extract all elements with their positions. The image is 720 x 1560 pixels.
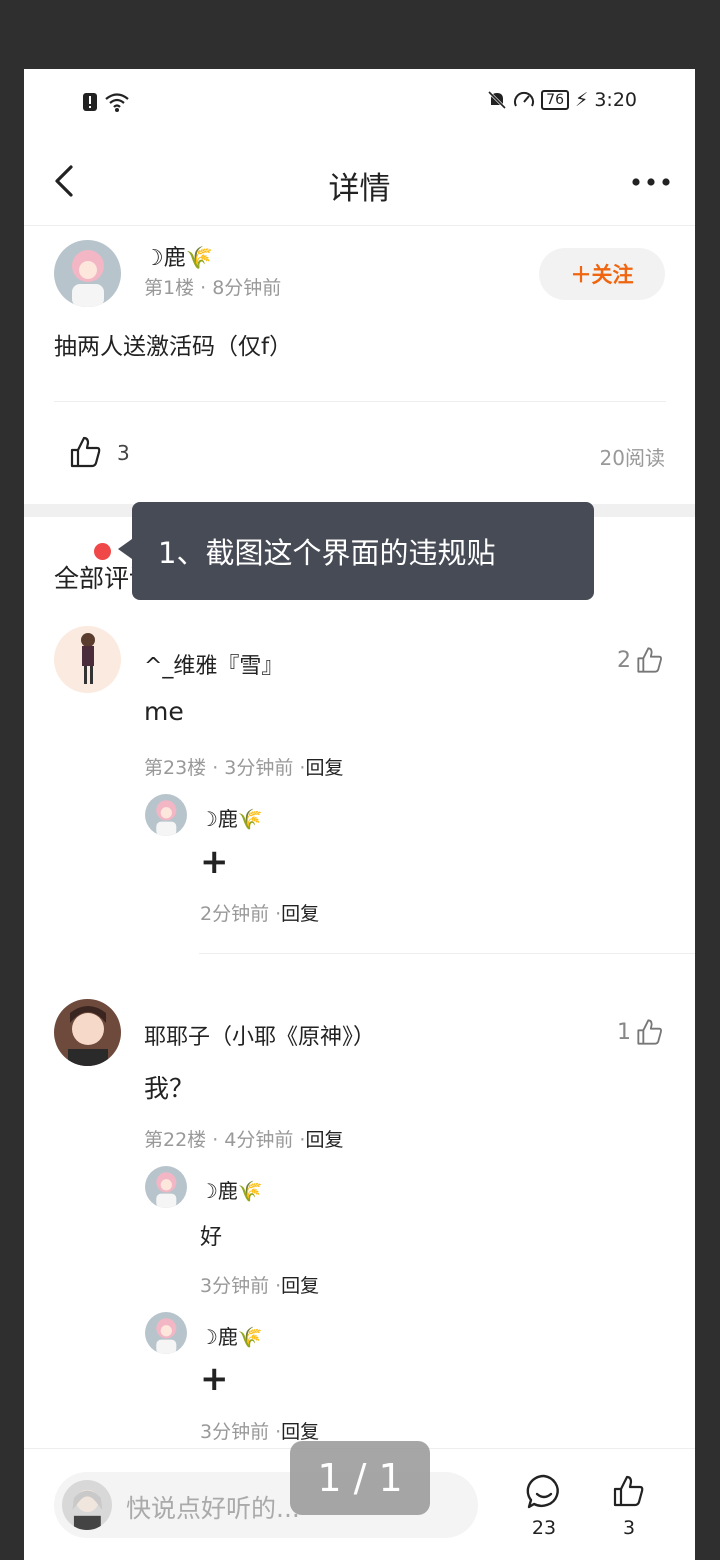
- post-content: 抽两人送激活码（仅f）: [54, 334, 293, 360]
- reply-link[interactable]: 回复: [281, 1421, 319, 1443]
- tooltip: 1、截图这个界面的违规贴: [132, 502, 594, 600]
- comment-text: 我？: [144, 1074, 195, 1103]
- post-meta: 第1楼 · 8分钟前: [144, 277, 282, 299]
- read-count: 20阅读: [599, 446, 665, 470]
- comment-count: 23: [531, 1517, 557, 1539]
- alert-icon: [83, 93, 97, 111]
- clock: 3:20: [594, 89, 637, 111]
- reply-meta-text: 3分钟前 ·: [200, 1275, 282, 1297]
- comment-meta-text: 第22楼 · 4分钟前 ·: [144, 1129, 306, 1151]
- comment-meta: 第22楼 · 4分钟前 ·回复: [144, 1125, 343, 1152]
- battery-indicator: 76: [541, 90, 569, 110]
- divider: [54, 401, 666, 402]
- mute-bell-icon: [488, 90, 507, 110]
- reply-author[interactable]: ☽鹿🌾: [200, 1175, 263, 1204]
- more-icon[interactable]: [631, 177, 671, 187]
- thumbs-up-icon[interactable]: [611, 1473, 647, 1509]
- page-title: 详情: [328, 171, 391, 207]
- thumbs-up-icon[interactable]: [68, 434, 104, 470]
- comment-avatar[interactable]: [54, 999, 121, 1066]
- author-name[interactable]: ☽鹿🌾: [144, 240, 213, 272]
- tooltip-arrow: [118, 539, 132, 559]
- reply-link[interactable]: 回复: [281, 1275, 319, 1297]
- reply-link[interactable]: 回复: [305, 1129, 343, 1151]
- comment-like-count: 1: [617, 1019, 631, 1045]
- bottom-like-count: 3: [622, 1517, 636, 1539]
- comment-like[interactable]: 1: [617, 1017, 665, 1047]
- reply-text: 好: [200, 1225, 223, 1250]
- reply-author[interactable]: ☽鹿🌾: [200, 803, 263, 832]
- speed-icon: [514, 91, 535, 107]
- reply-meta: 3分钟前 ·回复: [200, 1417, 319, 1444]
- page-indicator: 1 / 1: [290, 1441, 430, 1515]
- comment-meta: 第23楼 · 3分钟前 ·回复: [144, 753, 343, 780]
- post-like-count: 3: [117, 441, 130, 465]
- comment-like[interactable]: 2: [617, 645, 665, 675]
- reply-link[interactable]: 回复: [305, 757, 343, 779]
- comment-avatar[interactable]: [54, 626, 121, 693]
- reply-meta-text: 3分钟前 ·: [200, 1421, 282, 1443]
- thumbs-up-icon: [637, 647, 662, 673]
- reply-text: +: [200, 842, 229, 882]
- status-right: 76 ⚡ 3:20: [487, 89, 637, 111]
- reply-link[interactable]: 回复: [281, 903, 319, 925]
- nav-bar: 详情: [24, 139, 695, 226]
- reply-meta-text: 2分钟前 ·: [200, 903, 282, 925]
- reply-avatar[interactable]: [145, 794, 187, 836]
- comment-like-count: 2: [617, 647, 631, 673]
- comment-icon[interactable]: [525, 1473, 563, 1511]
- comment-author[interactable]: 耶耶子（小耶《原神》）: [144, 1019, 375, 1051]
- comment-text: me: [144, 697, 184, 726]
- wifi-icon: [105, 93, 129, 112]
- red-dot-marker: [94, 543, 111, 560]
- my-avatar: [62, 1480, 112, 1530]
- reply-avatar[interactable]: [145, 1312, 187, 1354]
- author-avatar[interactable]: [54, 240, 121, 307]
- divider: [199, 953, 695, 954]
- tooltip-text: 1、截图这个界面的违规贴: [158, 536, 496, 570]
- reply-author[interactable]: ☽鹿🌾: [200, 1321, 263, 1350]
- comment-meta-text: 第23楼 · 3分钟前 ·: [144, 757, 306, 779]
- reply-avatar[interactable]: [145, 1166, 187, 1208]
- status-left: [82, 91, 130, 113]
- follow-button[interactable]: ＋关注: [539, 248, 665, 300]
- comment-placeholder: 快说点好听的...: [126, 1494, 300, 1523]
- reply-text: +: [200, 1359, 229, 1399]
- status-bar: 76 ⚡ 3:20: [24, 69, 695, 139]
- reply-meta: 2分钟前 ·回复: [200, 899, 319, 926]
- charging-icon: ⚡: [574, 89, 589, 111]
- thumbs-up-icon: [637, 1019, 662, 1045]
- reply-meta: 3分钟前 ·回复: [200, 1271, 319, 1298]
- comment-author[interactable]: ^_维雅『雪』: [144, 648, 283, 680]
- screen: 76 ⚡ 3:20 详情 ☽鹿🌾 第1楼 · 8分钟前 ＋关注 抽两人送激活码（…: [24, 69, 695, 1560]
